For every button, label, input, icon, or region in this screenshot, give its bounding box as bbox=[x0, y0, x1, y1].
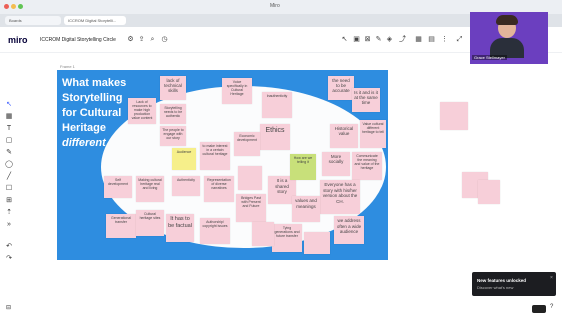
tab-label: Boards bbox=[9, 18, 22, 23]
text-tool-icon[interactable]: T bbox=[4, 124, 14, 134]
pointer-icon[interactable]: ↖ bbox=[340, 35, 349, 44]
sticky-note[interactable]: Is it and is it at the same time bbox=[352, 88, 380, 112]
board-list-icon[interactable]: ⊟ bbox=[6, 304, 11, 311]
present-icon[interactable]: ◈ bbox=[385, 35, 394, 44]
sticky-note[interactable]: Voice specifically in Cultural Heritage bbox=[222, 78, 252, 104]
sticky-note-green[interactable]: How are we telling it bbox=[290, 154, 316, 180]
title-line: different bbox=[62, 137, 106, 149]
sticky-note[interactable]: Communicate the meaning and value of the… bbox=[352, 152, 382, 180]
board-title[interactable]: ICCROM Digital Storytelling Circle bbox=[40, 37, 116, 43]
tab-boards[interactable]: Boards bbox=[5, 16, 61, 25]
sticky-note[interactable] bbox=[478, 180, 500, 204]
left-toolbar: ↖ ▦ T ▢ ✎ ◯ ╱ ☐ ⊞ ⇡ » ↶ ↷ bbox=[4, 100, 18, 266]
toast-title: New features unlocked bbox=[477, 278, 527, 283]
table-tool-icon[interactable]: ▦ bbox=[4, 112, 14, 122]
title-line: for Cultural bbox=[62, 107, 122, 119]
board-title-heading: What makes Storytelling for Cultural Her… bbox=[62, 76, 132, 151]
title-line: Storytelling bbox=[62, 92, 123, 104]
sticky-note-tool-icon[interactable]: ▢ bbox=[4, 136, 14, 146]
miro-logo: miro bbox=[8, 35, 28, 45]
sticky-note[interactable]: Tying generations and future transfer bbox=[272, 224, 302, 252]
sticky-note[interactable]: Inauthenticity bbox=[262, 92, 292, 118]
sticky-note[interactable]: we address often a wide audience bbox=[334, 216, 364, 244]
shape-tool-icon[interactable]: ◯ bbox=[4, 160, 14, 170]
layout-icon[interactable]: ⊠ bbox=[363, 35, 372, 44]
sticky-note[interactable]: Authenticity bbox=[172, 176, 200, 196]
frame-tool-icon[interactable]: ⊞ bbox=[4, 196, 14, 206]
new-features-toast[interactable]: New features unlocked Discover what's ne… bbox=[472, 272, 556, 296]
participant-name: Grace Stellmayer bbox=[472, 55, 507, 60]
sticky-note[interactable]: Representation of diverse narratives bbox=[204, 176, 234, 202]
sticky-note[interactable]: Cultural heritage sites bbox=[136, 210, 164, 236]
sticky-note[interactable]: the need to be accurate bbox=[328, 76, 354, 100]
tab-label: ICCROM Digital Storytelli... bbox=[68, 18, 117, 23]
more-icon[interactable]: ⋮ bbox=[440, 35, 449, 44]
sticky-note[interactable]: Everyone has a story with his/her versio… bbox=[320, 180, 360, 214]
frame-label: Frame 1 bbox=[60, 64, 75, 69]
minimize-window-icon[interactable] bbox=[11, 4, 16, 9]
sticky-note[interactable]: Making cultural heritage real and living bbox=[136, 176, 164, 202]
webcam-video: Grace Stellmayer bbox=[470, 12, 548, 64]
help-icon[interactable]: ? bbox=[550, 304, 553, 310]
maximize-window-icon[interactable] bbox=[18, 4, 23, 9]
export-icon[interactable]: ⇪ bbox=[137, 35, 146, 44]
settings-icon[interactable]: ⚙ bbox=[126, 35, 135, 44]
sticky-note[interactable] bbox=[440, 102, 468, 130]
person-hair-shape bbox=[496, 15, 518, 25]
comment-icon[interactable]: ✎ bbox=[374, 35, 383, 44]
toast-subtitle: Discover what's new bbox=[477, 285, 514, 290]
title-line: Heritage bbox=[62, 122, 107, 134]
sticky-note[interactable]: Bridges Past with Present and Future bbox=[236, 194, 266, 222]
sticky-note[interactable]: lack of technical skills bbox=[160, 76, 186, 100]
timer-icon[interactable]: ◷ bbox=[160, 35, 169, 44]
comment-tool-icon[interactable]: ☐ bbox=[4, 184, 14, 194]
sticky-note[interactable] bbox=[238, 166, 262, 190]
sticky-note[interactable]: Economic development bbox=[234, 132, 260, 156]
sticky-note[interactable]: to make interest in a certain cultural h… bbox=[200, 142, 230, 170]
tab-board[interactable]: ICCROM Digital Storytelli... bbox=[64, 16, 126, 25]
sticky-note[interactable]: Value cultural different heritage to tel… bbox=[360, 120, 386, 148]
sticky-note[interactable]: Lack of resources to make high productio… bbox=[128, 98, 156, 124]
share-icon[interactable]: ⤴ bbox=[398, 35, 407, 44]
search-icon[interactable]: ⌕ bbox=[148, 35, 157, 44]
sticky-note[interactable]: More socially bbox=[322, 152, 350, 176]
line-tool-icon[interactable]: ╱ bbox=[4, 172, 14, 182]
sticky-note[interactable] bbox=[252, 222, 274, 246]
close-icon[interactable]: × bbox=[550, 275, 553, 281]
zoom-indicator[interactable] bbox=[532, 305, 546, 313]
select-tool-icon[interactable]: ↖ bbox=[4, 100, 14, 110]
sticky-note[interactable] bbox=[304, 232, 330, 254]
sticky-note[interactable]: The people to engage with our story bbox=[160, 126, 186, 146]
sticky-note[interactable]: Storytelling needs to be authentic bbox=[160, 104, 186, 124]
frames-icon[interactable]: ▣ bbox=[352, 35, 361, 44]
sticky-note[interactable]: Authorship/ copyright issues bbox=[200, 218, 230, 244]
redo-icon[interactable]: ↷ bbox=[4, 254, 14, 264]
grid-icon[interactable]: ▤ bbox=[427, 35, 436, 44]
sticky-note[interactable]: Ethics bbox=[260, 124, 290, 150]
close-window-icon[interactable] bbox=[4, 4, 9, 9]
sticky-note-yellow[interactable]: Audience bbox=[172, 148, 196, 170]
expand-icon[interactable]: ⤢ bbox=[455, 35, 464, 44]
window-title: Miro bbox=[270, 3, 280, 9]
pen-tool-icon[interactable]: ✎ bbox=[4, 148, 14, 158]
sticky-note[interactable]: Self development bbox=[104, 176, 132, 198]
sticky-note[interactable]: Generational transfer bbox=[106, 214, 136, 238]
undo-icon[interactable]: ↶ bbox=[4, 242, 14, 252]
upload-tool-icon[interactable]: ⇡ bbox=[4, 208, 14, 218]
sticky-note[interactable]: It has to be factual bbox=[166, 214, 194, 242]
sticky-note[interactable]: values and meanings bbox=[292, 196, 320, 222]
title-line: What makes bbox=[62, 77, 127, 89]
calendar-icon[interactable]: ▦ bbox=[414, 35, 423, 44]
sticky-note[interactable]: Historical value bbox=[330, 124, 358, 148]
more-tools-icon[interactable]: » bbox=[4, 220, 14, 230]
